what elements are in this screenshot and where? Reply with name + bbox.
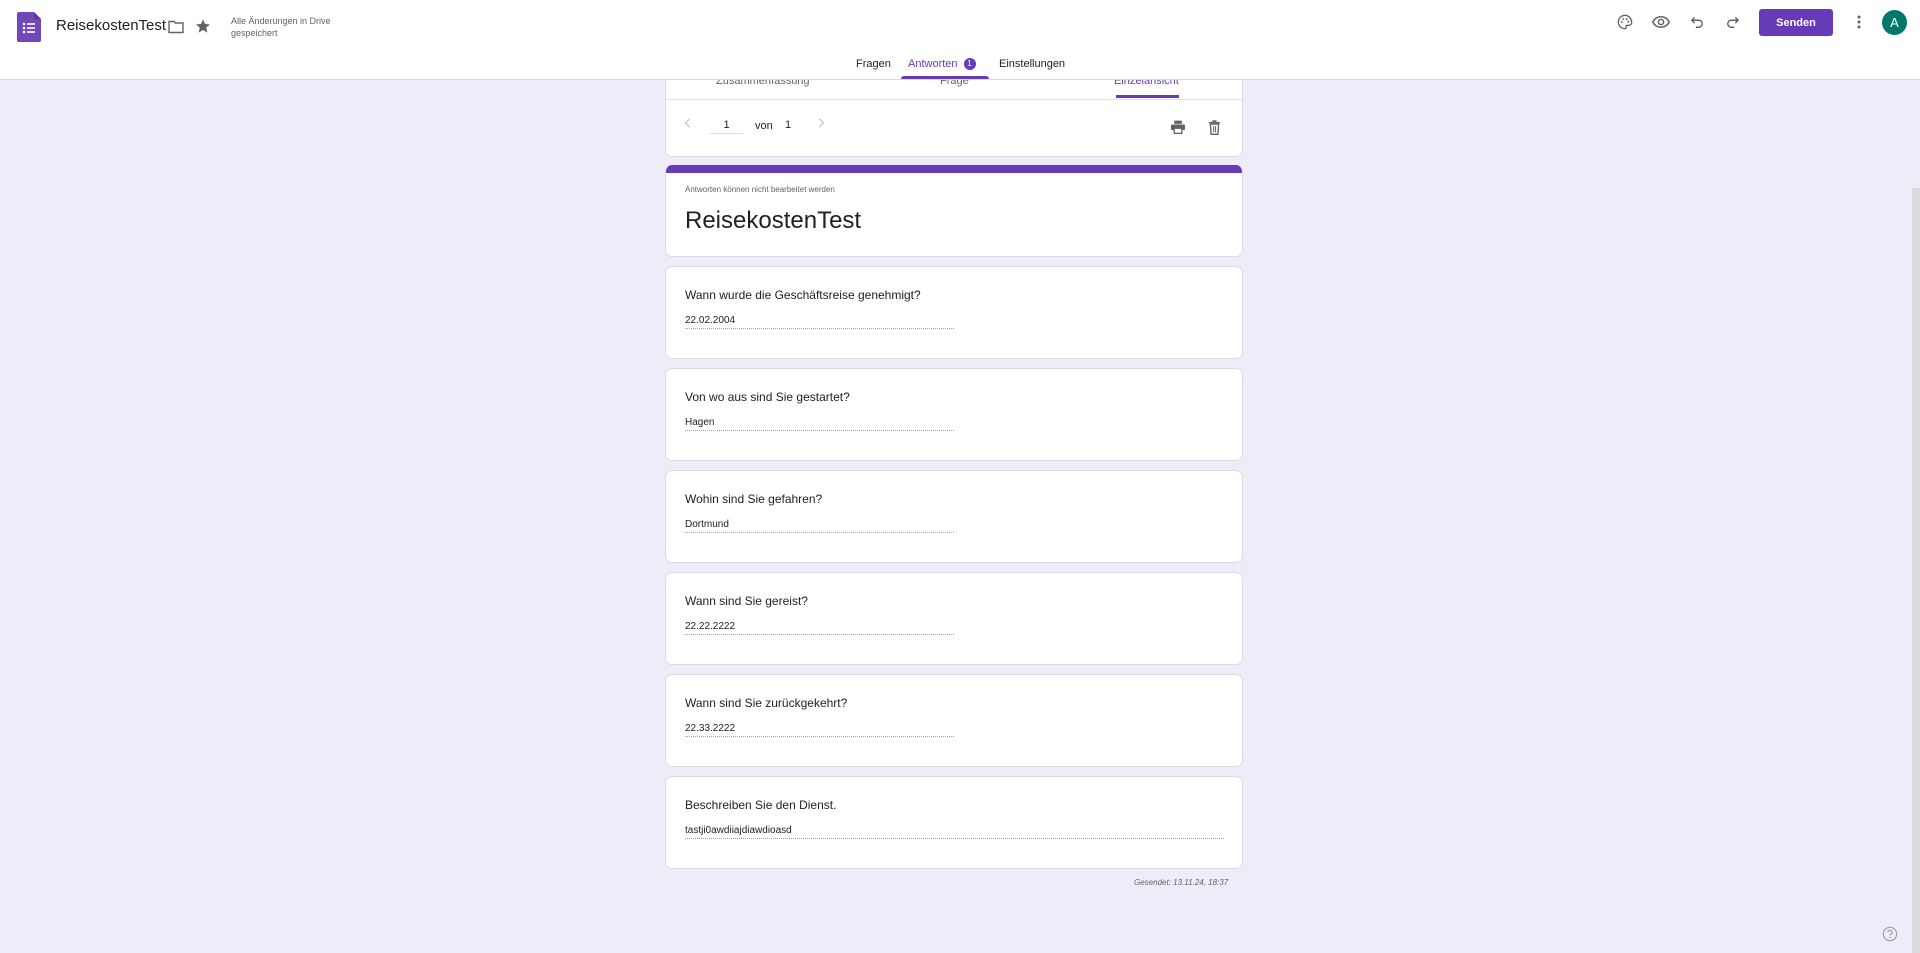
question-card: Wann wurde die Geschäftsreise genehmigt?… bbox=[665, 266, 1243, 359]
answer-value: 22.33.2222 bbox=[685, 723, 954, 737]
responses-count-badge: 1 bbox=[963, 58, 976, 70]
more-vert-icon[interactable] bbox=[1847, 10, 1871, 34]
question-text: Beschreiben Sie den Dienst. bbox=[685, 798, 837, 812]
active-tab-indicator bbox=[901, 76, 989, 79]
tab-questions[interactable]: Fragen bbox=[856, 58, 891, 70]
pager-total: 1 bbox=[785, 119, 792, 131]
chevron-right-icon[interactable] bbox=[814, 116, 828, 130]
question-card: Beschreiben Sie den Dienst. tastji0awdii… bbox=[665, 776, 1243, 869]
delete-icon[interactable] bbox=[1202, 115, 1226, 139]
forms-app-icon[interactable] bbox=[17, 12, 41, 42]
pager-of-label: von bbox=[755, 120, 773, 132]
avatar[interactable]: A bbox=[1882, 10, 1907, 35]
top-app-bar: ReisekostenTest Alle Änderungen in Drive… bbox=[0, 0, 1920, 80]
page-number-input[interactable] bbox=[710, 119, 743, 134]
answer-value: Dortmund bbox=[685, 519, 954, 533]
submitted-timestamp: Gesendet: 13.11.24, 18:37 bbox=[1134, 878, 1229, 887]
redo-icon[interactable] bbox=[1721, 10, 1745, 34]
scrollbar[interactable] bbox=[1912, 188, 1920, 953]
question-card: Wann sind Sie gereist? 22.22.2222 bbox=[665, 572, 1243, 665]
question-text: Wohin sind Sie gefahren? bbox=[685, 492, 823, 506]
tab-responses-label: Antworten bbox=[908, 58, 958, 70]
question-card: Von wo aus sind Sie gestartet? Hagen bbox=[665, 368, 1243, 461]
undo-icon[interactable] bbox=[1685, 10, 1709, 34]
answer-value: tastji0awdiiajdiawdioasd bbox=[685, 825, 1224, 839]
palette-icon[interactable] bbox=[1613, 10, 1637, 34]
help-icon[interactable] bbox=[1882, 926, 1898, 947]
question-card: Wohin sind Sie gefahren? Dortmund bbox=[665, 470, 1243, 563]
print-icon[interactable] bbox=[1166, 115, 1190, 139]
answer-value: Hagen bbox=[685, 417, 954, 431]
title-accent-bar bbox=[666, 165, 1242, 173]
question-text: Wann sind Sie zurückgekehrt? bbox=[685, 696, 848, 710]
save-status: Alle Änderungen in Drive gespeichert bbox=[231, 16, 331, 38]
preview-icon[interactable] bbox=[1649, 10, 1673, 34]
chevron-left-icon[interactable] bbox=[681, 116, 695, 130]
answer-value: 22.02.2004 bbox=[685, 315, 954, 329]
question-text: Wann wurde die Geschäftsreise genehmigt? bbox=[685, 288, 921, 302]
tab-responses[interactable]: Antworten 1 bbox=[908, 58, 976, 70]
form-title: ReisekostenTest bbox=[685, 207, 862, 234]
question-text: Wann sind Sie gereist? bbox=[685, 594, 808, 608]
form-title-card: Antworten können nicht bearbeitet werden… bbox=[665, 165, 1243, 257]
tab-settings[interactable]: Einstellungen bbox=[999, 58, 1065, 70]
answer-value: 22.22.2222 bbox=[685, 621, 954, 635]
send-button[interactable]: Senden bbox=[1759, 9, 1833, 36]
question-text: Von wo aus sind Sie gestartet? bbox=[685, 390, 850, 404]
divider bbox=[666, 99, 1242, 100]
active-subtab-indicator bbox=[1116, 95, 1179, 98]
main-tabs: Fragen Antworten 1 Einstellungen bbox=[0, 58, 1920, 80]
star-icon[interactable] bbox=[191, 14, 215, 38]
folder-icon[interactable] bbox=[164, 15, 188, 39]
readonly-note: Antworten können nicht bearbeitet werden bbox=[685, 185, 835, 194]
question-card: Wann sind Sie zurückgekehrt? 22.33.2222 bbox=[665, 674, 1243, 767]
document-title[interactable]: ReisekostenTest bbox=[56, 17, 166, 34]
